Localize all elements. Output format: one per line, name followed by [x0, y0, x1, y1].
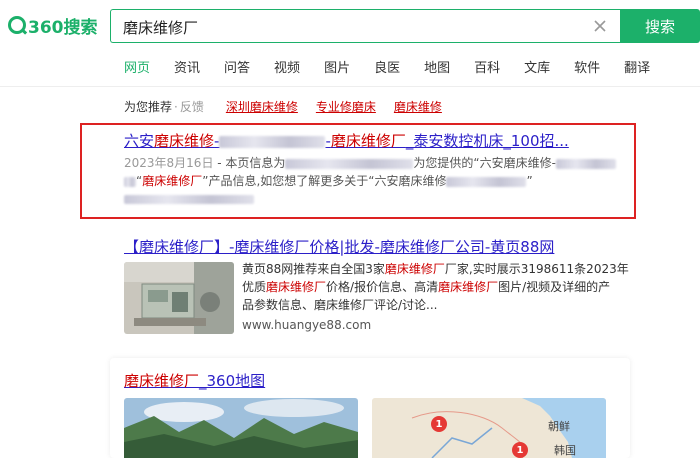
tab-web[interactable]: 网页 — [124, 54, 150, 84]
search-input[interactable] — [121, 10, 585, 44]
tab-wenku[interactable]: 文库 — [524, 54, 550, 84]
tab-map[interactable]: 地图 — [424, 54, 450, 84]
result-url[interactable]: www.huangye88.com — [242, 318, 371, 332]
tab-baike[interactable]: 百科 — [474, 54, 500, 84]
result-date: 2023年8月16日 — [124, 156, 214, 170]
tab-translate[interactable]: 翻译 — [624, 54, 650, 84]
tab-news[interactable]: 资讯 — [174, 54, 200, 84]
recommend-separator: · — [174, 99, 178, 114]
result-snippet: 2023年8月16日 - 本页信息为 为您提供的“六安磨床维修- “磨床维修厂”产… — [124, 154, 624, 208]
logo[interactable]: 360搜索 — [8, 13, 98, 38]
tab-video[interactable]: 视频 — [274, 54, 300, 84]
search-box[interactable] — [110, 9, 620, 44]
tab-health[interactable]: 良医 — [374, 54, 400, 84]
map-pin[interactable]: 1 — [512, 442, 528, 458]
top-bar: 360搜索 搜索 — [0, 0, 700, 50]
recommend-link[interactable]: 磨床维修 — [394, 98, 442, 115]
recommend-link[interactable]: 深圳磨床维修 — [226, 98, 298, 115]
tab-images[interactable]: 图片 — [324, 54, 350, 84]
map-result-title[interactable]: 磨床维修厂_360地图 — [124, 370, 265, 391]
result-title[interactable]: 【磨床维修厂】-磨床维修厂价格|批发-磨床维修厂公司-黄页88网 — [124, 236, 554, 257]
map-thumbnail[interactable]: 1 1 朝鲜 韩国 — [372, 398, 606, 458]
vertical-tabs: 网页 资讯 问答 视频 图片 良医 地图 百科 文库 软件 翻译 — [124, 54, 674, 84]
recommend-bar: 为您推荐 · 反馈 深圳磨床维修 专业修磨床 磨床维修 — [124, 98, 442, 115]
map-label: 朝鲜 — [548, 420, 570, 433]
result-thumbnail[interactable] — [124, 262, 234, 334]
recommend-link[interactable]: 专业修磨床 — [316, 98, 376, 115]
result-url-redacted — [124, 195, 254, 204]
logo-text: 360搜索 — [28, 17, 98, 38]
logo-icon — [8, 16, 26, 34]
map-label: 韩国 — [554, 444, 576, 457]
result-title[interactable]: 六安磨床维修- -磨床维修厂_泰安数控机床_100招... — [124, 130, 614, 151]
scenery-photo[interactable] — [124, 398, 358, 458]
tab-software[interactable]: 软件 — [574, 54, 600, 84]
tab-qa[interactable]: 问答 — [224, 54, 250, 84]
close-icon[interactable] — [592, 18, 608, 34]
result-snippet: 黄页88网推荐来自全国3家磨床维修厂厂家,实时展示3198611条2023年 优… — [242, 262, 629, 312]
header-divider — [0, 86, 700, 87]
search-button[interactable]: 搜索 — [620, 9, 700, 43]
feedback-link[interactable]: 反馈 — [180, 98, 204, 115]
map-pin[interactable]: 1 — [431, 416, 447, 432]
recommend-label: 为您推荐 — [124, 100, 173, 114]
